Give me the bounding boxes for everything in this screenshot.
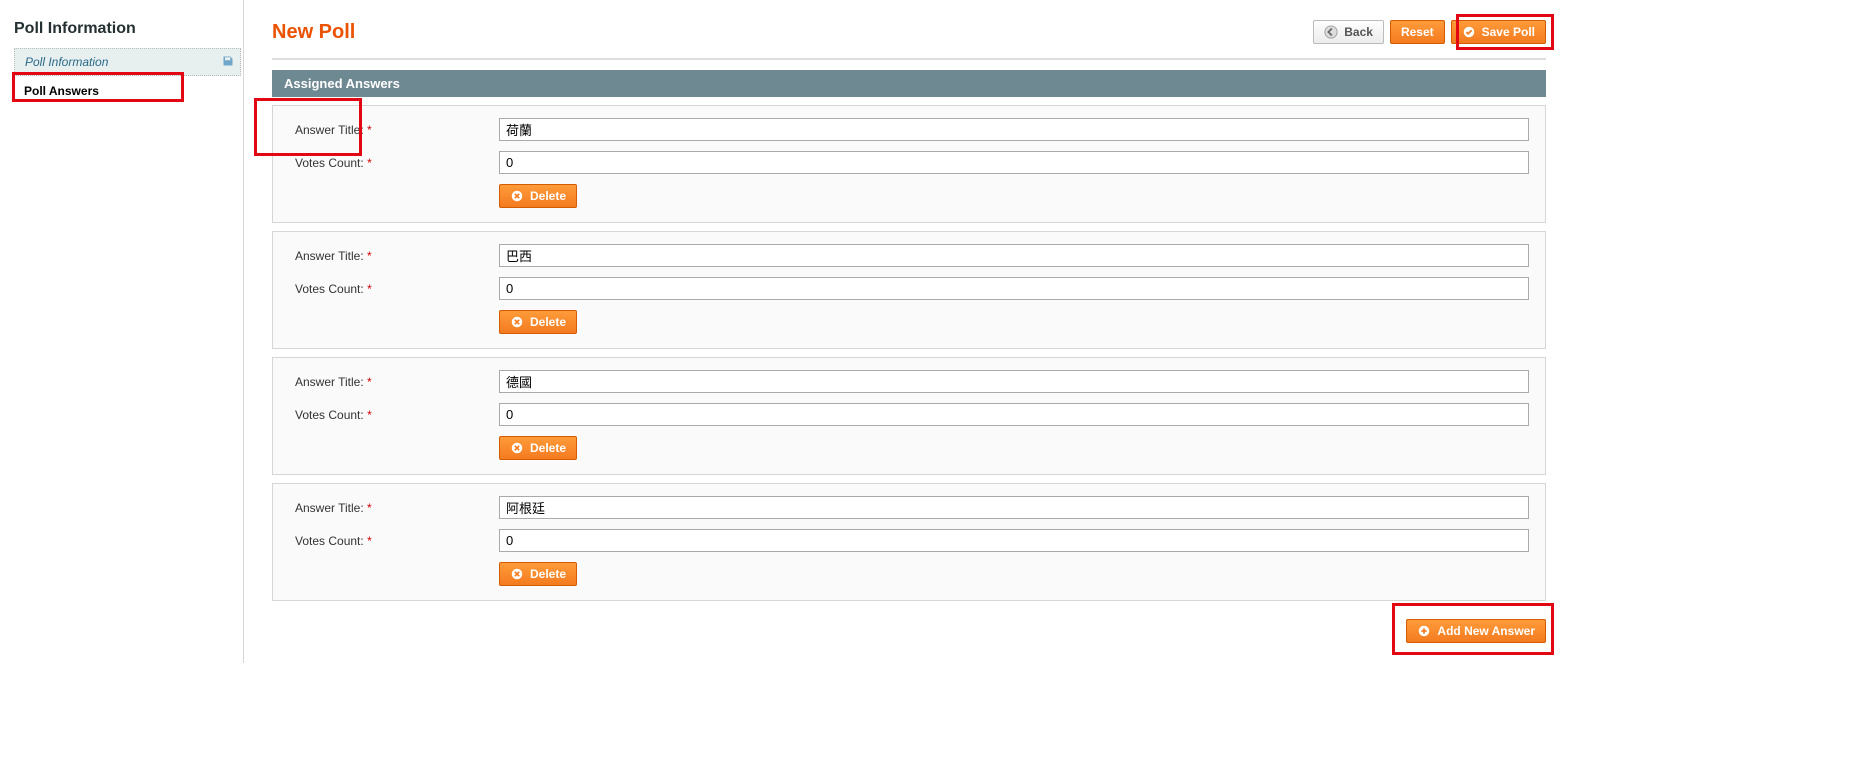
delete-button[interactable]: Delete [499, 562, 577, 586]
form-row: Answer Title: * [289, 118, 1529, 141]
page-header: New Poll Back Reset Save Poll [272, 20, 1546, 60]
sidebar-item-label: Poll Information [25, 55, 108, 69]
required-marker: * [367, 501, 372, 515]
page-title: New Poll [272, 21, 355, 44]
votes-count-input[interactable] [499, 529, 1529, 552]
delete-button[interactable]: Delete [499, 310, 577, 334]
x-circle-icon [510, 189, 524, 203]
answer-title-input-wrap [499, 496, 1529, 519]
votes-count-input-wrap [499, 529, 1529, 552]
section-header: Assigned Answers [272, 70, 1546, 97]
reset-button[interactable]: Reset [1390, 20, 1445, 44]
x-circle-icon [510, 567, 524, 581]
back-button-label: Back [1344, 25, 1373, 39]
form-row: Answer Title: * [289, 370, 1529, 393]
required-marker: * [367, 408, 372, 422]
answer-title-input[interactable] [499, 118, 1529, 141]
votes-count-input-wrap [499, 277, 1529, 300]
required-marker: * [367, 156, 372, 170]
form-row: Votes Count: * [289, 151, 1529, 174]
answer-title-input-wrap [499, 118, 1529, 141]
add-new-answer-button[interactable]: Add New Answer [1406, 619, 1546, 643]
votes-count-input[interactable] [499, 277, 1529, 300]
save-poll-button-label: Save Poll [1482, 25, 1535, 39]
sidebar-item-label: Poll Answers [24, 84, 99, 98]
required-marker: * [367, 282, 372, 296]
check-circle-icon [1462, 25, 1476, 39]
header-buttons: Back Reset Save Poll [1313, 20, 1546, 44]
delete-row: Delete [499, 436, 1529, 460]
required-marker: * [367, 534, 372, 548]
answer-title-label: Answer Title: * [289, 501, 499, 515]
floppy-icon [222, 55, 234, 67]
votes-count-input[interactable] [499, 403, 1529, 426]
answer-title-label: Answer Title: * [289, 375, 499, 389]
required-marker: * [367, 249, 372, 263]
delete-button[interactable]: Delete [499, 436, 577, 460]
votes-count-input-wrap [499, 151, 1529, 174]
sidebar-item-poll-information[interactable]: Poll Information [14, 48, 241, 76]
sidebar: Poll Information Poll Information Poll A… [0, 0, 244, 663]
delete-row: Delete [499, 184, 1529, 208]
footer-actions: Add New Answer [272, 619, 1546, 643]
back-arrow-icon [1324, 25, 1338, 39]
delete-button-label: Delete [530, 315, 566, 329]
form-row: Votes Count: * [289, 277, 1529, 300]
delete-button-label: Delete [530, 189, 566, 203]
sidebar-item-poll-answers[interactable]: Poll Answers [14, 76, 243, 106]
answer-title-label: Answer Title: * [289, 123, 499, 137]
answer-title-input[interactable] [499, 370, 1529, 393]
votes-count-input-wrap [499, 403, 1529, 426]
x-circle-icon [510, 315, 524, 329]
votes-count-label: Votes Count: * [289, 534, 499, 548]
form-row: Answer Title: * [289, 244, 1529, 267]
delete-button[interactable]: Delete [499, 184, 577, 208]
answer-title-input[interactable] [499, 496, 1529, 519]
answer-title-label: Answer Title: * [289, 249, 499, 263]
answer-block: Answer Title: * Votes Count: * Delete [272, 105, 1546, 223]
delete-row: Delete [499, 562, 1529, 586]
required-marker: * [367, 123, 372, 137]
votes-count-label: Votes Count: * [289, 156, 499, 170]
answer-block: Answer Title: * Votes Count: * Delete [272, 483, 1546, 601]
save-poll-button[interactable]: Save Poll [1451, 20, 1546, 44]
votes-count-label: Votes Count: * [289, 282, 499, 296]
x-circle-icon [510, 441, 524, 455]
back-button[interactable]: Back [1313, 20, 1384, 44]
answer-title-input[interactable] [499, 244, 1529, 267]
answer-title-input-wrap [499, 370, 1529, 393]
answer-block: Answer Title: * Votes Count: * Delete [272, 357, 1546, 475]
add-new-answer-label: Add New Answer [1437, 624, 1535, 638]
form-row: Answer Title: * [289, 496, 1529, 519]
sidebar-title: Poll Information [14, 20, 243, 48]
delete-button-label: Delete [530, 441, 566, 455]
votes-count-input[interactable] [499, 151, 1529, 174]
answer-title-input-wrap [499, 244, 1529, 267]
votes-count-label: Votes Count: * [289, 408, 499, 422]
plus-circle-icon [1417, 624, 1431, 638]
reset-button-label: Reset [1401, 25, 1434, 39]
delete-button-label: Delete [530, 567, 566, 581]
main-content: New Poll Back Reset Save Poll [244, 0, 1560, 663]
answer-block: Answer Title: * Votes Count: * Delete [272, 231, 1546, 349]
delete-row: Delete [499, 310, 1529, 334]
required-marker: * [367, 375, 372, 389]
form-row: Votes Count: * [289, 403, 1529, 426]
form-row: Votes Count: * [289, 529, 1529, 552]
